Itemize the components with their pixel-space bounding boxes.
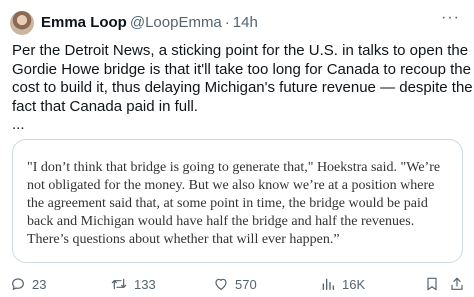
quote-line: back and Michigan would have half the br…	[27, 214, 415, 229]
tweet-text: Per the Detroit News, a sticking point f…	[12, 42, 473, 135]
tweet-text-line: Gordie Howe bridge is that it'll take to…	[12, 60, 471, 78]
views-icon	[322, 278, 334, 290]
quote-line: There’s questions about whether that wil…	[27, 232, 340, 247]
repost-button[interactable]: 133	[110, 273, 156, 295]
views-button[interactable]: 16K	[320, 273, 365, 295]
tweet-text-line: cost to build it, thus delaying Michigan…	[12, 79, 473, 96]
bookmark-icon	[427, 277, 437, 291]
views-count: 16K	[342, 276, 366, 292]
like-count: 570	[235, 276, 257, 292]
tweet: Emma Loop @LoopEmma · 14h ··· Per the Detro…	[0, 0, 474, 297]
separator-dot: ·	[224, 14, 230, 31]
quote-line: "I don’t think that bridge is going to g…	[27, 160, 441, 175]
reply-icon	[12, 278, 24, 290]
reply-button[interactable]: 23	[10, 273, 46, 295]
quote-text: "I don’t think that bridge is going to g…	[27, 159, 457, 249]
show-more-ellipsis[interactable]: ...	[12, 116, 464, 135]
repost-count: 133	[134, 276, 156, 292]
bookmark-button[interactable]	[424, 273, 440, 295]
tweet-text-line: Per the Detroit News, a sticking point f…	[12, 42, 469, 59]
tweet-header: Emma Loop @LoopEmma · 14h	[41, 14, 258, 32]
repost-icon	[111, 278, 127, 290]
author-handle[interactable]: @LoopEmma	[130, 14, 222, 31]
share-button[interactable]	[449, 273, 465, 295]
heart-icon	[215, 278, 227, 290]
author-name[interactable]: Emma Loop	[41, 14, 127, 31]
action-bar: 23 133 570 16K	[0, 273, 474, 295]
avatar[interactable]	[10, 11, 34, 35]
like-button[interactable]: 570	[213, 273, 257, 295]
quoted-image-card[interactable]: "I don’t think that bridge is going to g…	[12, 139, 463, 263]
quote-line: the agreement said that, at some point i…	[27, 196, 428, 211]
reply-count: 23	[32, 276, 47, 292]
timestamp[interactable]: 14h	[233, 14, 258, 31]
tweet-text-line: fact that Canada paid in full.	[12, 97, 198, 115]
quote-line: not obligated for the money. But we also…	[27, 178, 435, 193]
more-icon[interactable]: ···	[441, 10, 460, 26]
share-icon	[451, 277, 463, 290]
